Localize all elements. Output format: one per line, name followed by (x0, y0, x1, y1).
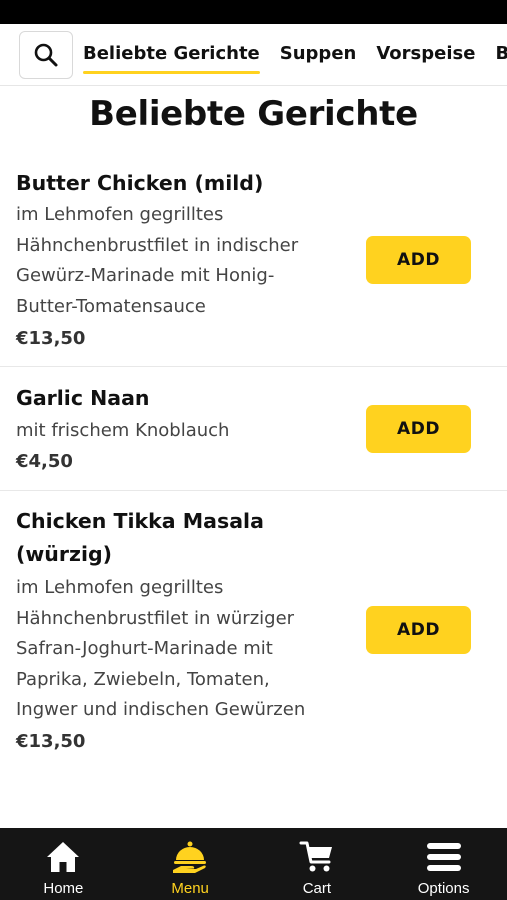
item-name: (würzig) (16, 542, 113, 566)
page-title: Beliebte Gerichte (89, 94, 418, 134)
nav-label: Cart (302, 880, 332, 897)
item-price: €4,50 (16, 451, 73, 472)
item-price: €13,50 (16, 731, 86, 752)
nav-cart[interactable]: Cart (254, 828, 381, 900)
nav-home[interactable]: Home (0, 828, 127, 900)
tab-partial[interactable]: Be (495, 45, 507, 65)
nav-label: Menu (171, 880, 209, 897)
menu-item: Chicken Tikka Masala (würzig) im Lehmofe… (0, 491, 507, 771)
tab-suppen[interactable]: Suppen (280, 45, 357, 65)
nav-label: Home (43, 880, 84, 897)
options-icon (424, 838, 464, 876)
bottom-nav: Home Menu Cart Options (0, 828, 507, 900)
item-description-line: Hähnchenbrustfilet in indischer (16, 235, 299, 256)
status-bar (0, 0, 507, 24)
add-button[interactable]: ADD (366, 236, 471, 284)
category-bar: Beliebte Gerichte Suppen Vorspeise Be (0, 24, 507, 86)
item-description-line: Paprika, Zwiebeln, Tomaten, (16, 669, 270, 690)
menu-item: Garlic Naan mit frischem Knoblauch €4,50… (0, 367, 507, 491)
search-icon (34, 43, 58, 67)
add-button[interactable]: ADD (366, 405, 471, 453)
item-description-line: mit frischem Knoblauch (16, 420, 230, 441)
item-price: €13,50 (16, 328, 86, 349)
item-name: Butter Chicken (mild) (16, 171, 264, 195)
nav-menu[interactable]: Menu (127, 828, 254, 900)
item-description-line: im Lehmofen gegrilltes (16, 577, 224, 598)
menu-item: Butter Chicken (mild) im Lehmofen gegril… (0, 154, 507, 367)
item-description-line: Ingwer und indischen Gewürzen (16, 699, 306, 720)
tab-vorspeise[interactable]: Vorspeise (376, 45, 475, 65)
nav-label: Options (417, 880, 470, 897)
tab-beliebte-gerichte[interactable]: Beliebte Gerichte (83, 45, 260, 74)
item-description-line: Hähnchenbrustfilet in würziger (16, 608, 295, 629)
item-name: Chicken Tikka Masala (16, 509, 264, 533)
add-button[interactable]: ADD (366, 606, 471, 654)
category-tabs: Beliebte Gerichte Suppen Vorspeise Be (83, 24, 507, 85)
item-name: Garlic Naan (16, 386, 150, 410)
cart-icon (297, 838, 337, 876)
item-description-line: Gewürz-Marinade mit Honig- (16, 265, 275, 286)
search-button[interactable] (19, 31, 73, 79)
nav-options[interactable]: Options (380, 828, 507, 900)
item-description-line: Butter-Tomatensauce (16, 296, 206, 317)
home-icon (43, 838, 83, 876)
menu-cloche-icon (170, 838, 210, 876)
item-description-line: Safran-Joghurt-Marinade mit (16, 638, 273, 659)
item-description-line: im Lehmofen gegrilltes (16, 204, 224, 225)
